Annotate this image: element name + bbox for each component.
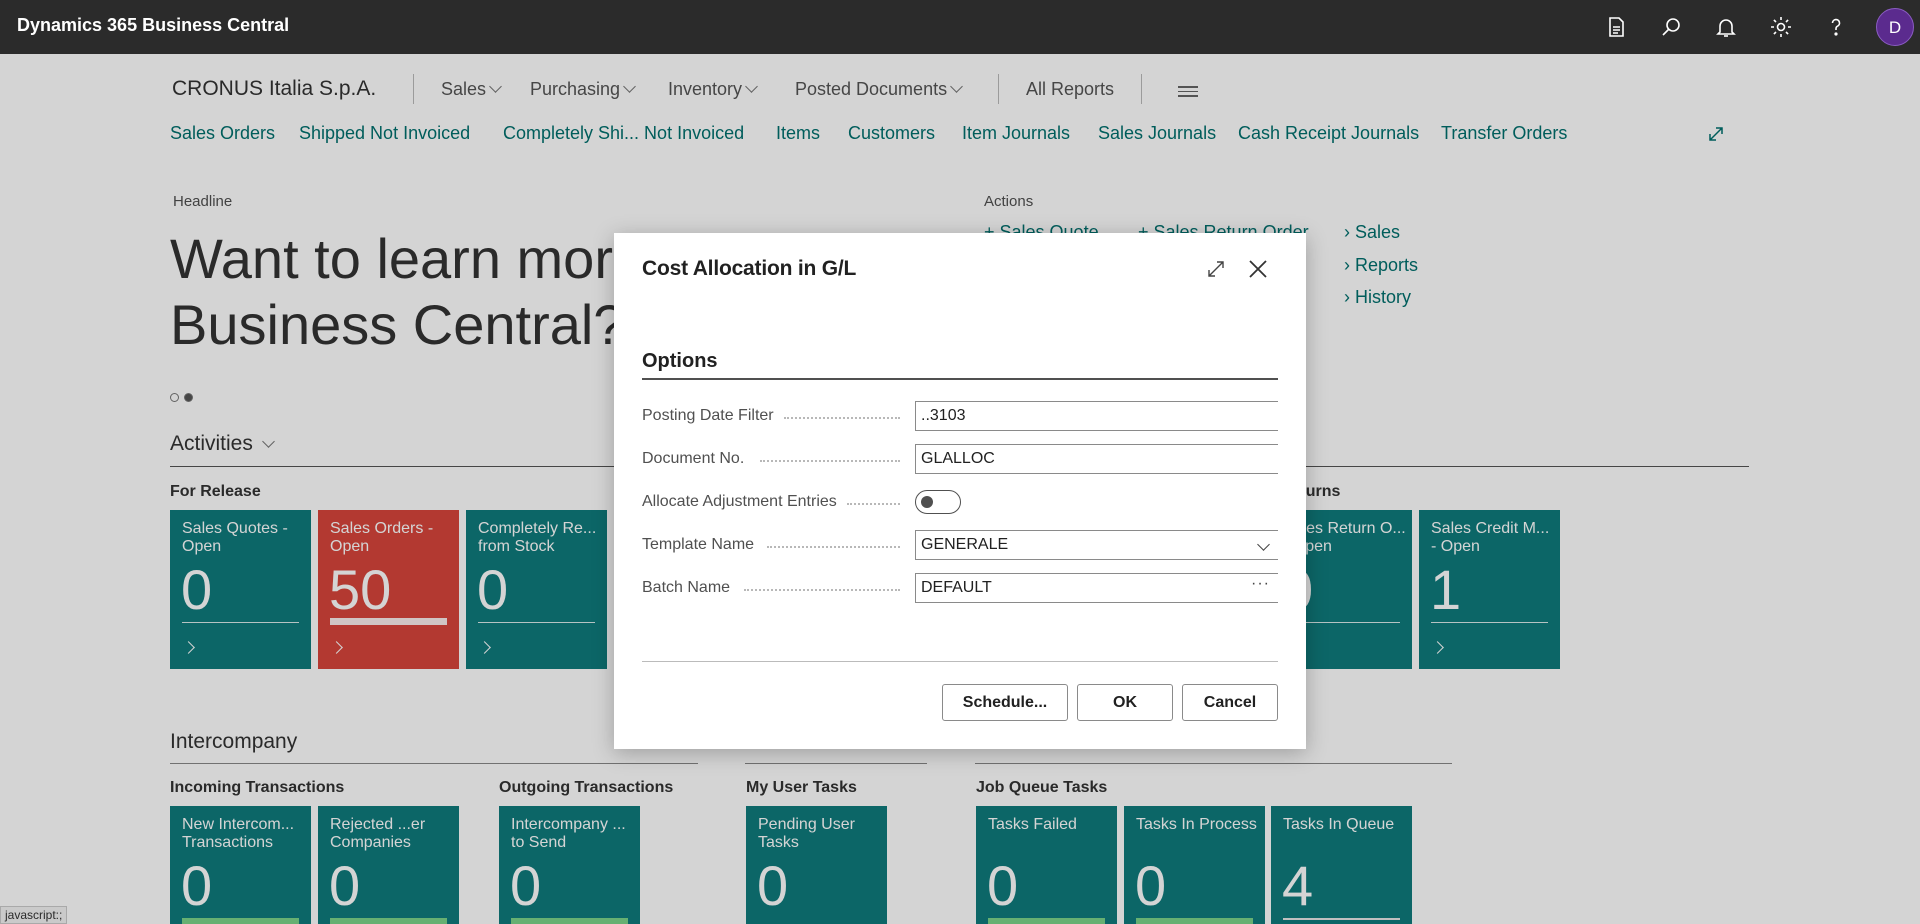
template-name-select[interactable] [915, 530, 1278, 560]
batch-name-row: Batch Name ··· [642, 573, 1278, 603]
template-name-row: Template Name [642, 530, 1278, 560]
dialog-footer-divider [642, 661, 1278, 662]
avatar[interactable]: D [1876, 8, 1914, 46]
label-leader-dots [784, 417, 900, 419]
document-icon[interactable] [1604, 15, 1628, 39]
options-divider [642, 378, 1278, 380]
cancel-button[interactable]: Cancel [1182, 684, 1278, 721]
allocate-adjustment-entries-row: Allocate Adjustment Entries [642, 487, 1278, 517]
search-icon[interactable] [1659, 15, 1683, 39]
field-label: Batch Name [642, 579, 731, 596]
dialog-title: Cost Allocation in G/L [642, 257, 857, 280]
label-leader-dots [767, 546, 900, 548]
field-label: Template Name [642, 536, 755, 553]
posting-date-filter-row: Posting Date Filter [642, 401, 1278, 431]
help-icon[interactable] [1824, 15, 1848, 39]
label-leader-dots [847, 503, 900, 505]
batch-name-input[interactable] [915, 573, 1278, 603]
gear-icon[interactable] [1769, 15, 1793, 39]
lookup-ellipsis-icon[interactable]: ··· [1251, 575, 1270, 593]
expand-dialog-icon[interactable] [1206, 259, 1226, 279]
app-title[interactable]: Dynamics 365 Business Central [17, 15, 289, 36]
close-icon[interactable] [1246, 257, 1270, 281]
posting-date-filter-input[interactable] [915, 401, 1278, 431]
app-top-bar: Dynamics 365 Business Central D [0, 0, 1920, 54]
options-section-title: Options [642, 350, 718, 372]
toggle-knob [921, 496, 933, 508]
ok-button[interactable]: OK [1077, 684, 1173, 721]
field-label: Document No. [642, 450, 745, 467]
cost-allocation-dialog: Cost Allocation in G/L Options Posting D… [614, 233, 1306, 749]
schedule-button[interactable]: Schedule... [942, 684, 1068, 721]
field-label: Posting Date Filter [642, 407, 774, 424]
allocate-adjustment-entries-toggle[interactable] [915, 490, 961, 514]
document-no-row: Document No. [642, 444, 1278, 474]
document-no-input[interactable] [915, 444, 1278, 474]
field-label: Allocate Adjustment Entries [642, 493, 837, 510]
bell-icon[interactable] [1714, 15, 1738, 39]
label-leader-dots [760, 460, 900, 462]
label-leader-dots [744, 589, 900, 591]
